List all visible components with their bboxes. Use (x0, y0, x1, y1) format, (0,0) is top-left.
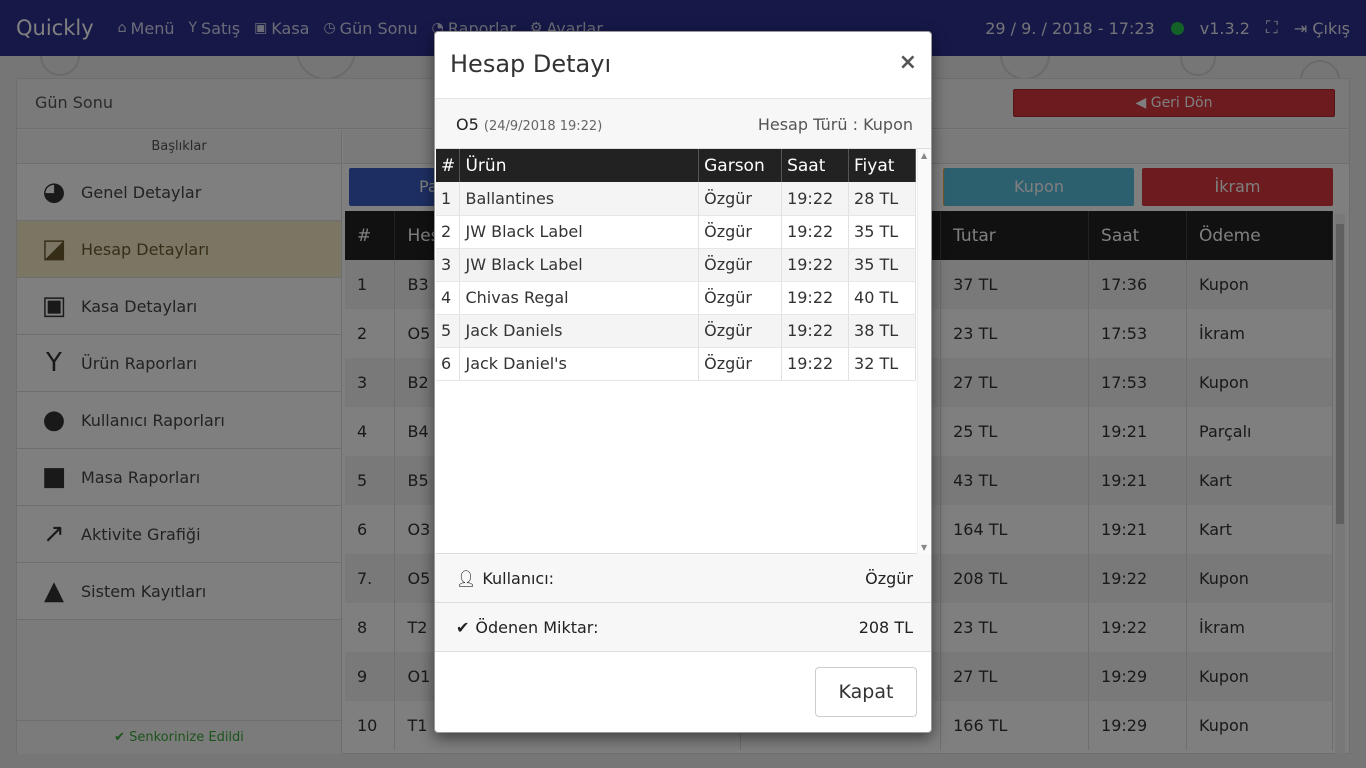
col-header: Garson (698, 149, 783, 182)
item-cell: Özgür (698, 215, 783, 249)
scroll-down-icon[interactable]: ▼ (921, 543, 927, 552)
item-cell: Jack Daniel's (459, 347, 700, 381)
col-header: Fiyat (848, 149, 916, 182)
items-table: # Ürün Garson Saat Fiyat 1 Ballantines Özg… (436, 149, 916, 381)
item-cell: 3 (436, 248, 461, 282)
item-cell: 38 TL (848, 314, 916, 348)
item-row[interactable]: 5 Jack Daniels Özgür 19:22 38 TL (436, 314, 916, 348)
item-cell: Chivas Regal (459, 281, 700, 315)
item-cell: Özgür (698, 347, 783, 381)
item-cell: Özgür (698, 248, 783, 282)
item-cell: 19:22 (781, 314, 850, 348)
item-cell: 35 TL (848, 215, 916, 249)
item-row[interactable]: 2 JW Black Label Özgür 19:22 35 TL (436, 215, 916, 249)
user-label: Kullanıcı: (482, 569, 555, 588)
item-cell: Özgür (698, 281, 783, 315)
items-table-container: # Ürün Garson Saat Fiyat 1 Ballantines Özg… (436, 149, 931, 554)
item-cell: JW Black Label (459, 215, 700, 249)
item-cell: 35 TL (848, 248, 916, 282)
item-cell: 19:22 (781, 182, 850, 216)
item-cell: 32 TL (848, 347, 916, 381)
modal-title: Hesap Detayı (450, 50, 612, 78)
item-row[interactable]: 3 JW Black Label Özgür 19:22 35 TL (436, 248, 916, 282)
item-cell: 19:22 (781, 281, 850, 315)
item-cell: 28 TL (848, 182, 916, 216)
user-icon: 👤︎ (456, 569, 477, 588)
item-cell: 5 (436, 314, 461, 348)
item-cell: JW Black Label (459, 248, 700, 282)
account-code: O5 (456, 115, 479, 134)
item-row[interactable]: 6 Jack Daniel's Özgür 19:22 32 TL (436, 347, 916, 381)
item-cell: 4 (436, 281, 461, 315)
item-cell: Jack Daniels (459, 314, 700, 348)
paid-row: ✔ Ödenen Miktar: 208 TL (435, 603, 931, 652)
item-cell: Özgür (698, 314, 783, 348)
close-button[interactable]: Kapat (815, 667, 917, 717)
item-row[interactable]: 4 Chivas Regal Özgür 19:22 40 TL (436, 281, 916, 315)
user-value: Özgür (865, 569, 913, 588)
item-cell: 1 (436, 182, 461, 216)
item-cell: 19:22 (781, 215, 850, 249)
item-cell: Özgür (698, 182, 783, 216)
item-cell: Ballantines (459, 182, 700, 216)
item-cell: 2 (436, 215, 461, 249)
item-cell: 19:22 (781, 248, 850, 282)
account-summary: O5 (24/9/2018 19:22) Hesap Türü : Kupon (435, 99, 931, 149)
paid-label: Ödenen Miktar: (475, 618, 599, 637)
check-icon: ✔ (456, 618, 470, 637)
col-header: Saat (781, 149, 850, 182)
item-cell: 19:22 (781, 347, 850, 381)
account-date: (24/9/2018 19:22) (483, 119, 603, 134)
account-type: Hesap Türü : Kupon (757, 115, 913, 134)
account-detail-modal: Hesap Detayı × O5 (24/9/2018 19:22) Hesa… (434, 31, 932, 733)
items-scrollbar[interactable]: ▲ ▼ (917, 149, 931, 554)
col-header: # (436, 149, 461, 182)
close-icon[interactable]: × (899, 50, 917, 75)
col-header: Ürün (459, 149, 700, 182)
paid-value: 208 TL (858, 618, 913, 637)
scroll-up-icon[interactable]: ▲ (921, 151, 927, 160)
item-cell: 40 TL (848, 281, 916, 315)
item-row[interactable]: 1 Ballantines Özgür 19:22 28 TL (436, 182, 916, 216)
user-row: 👤︎ Kullanıcı: Özgür (435, 554, 931, 603)
item-cell: 6 (436, 347, 461, 381)
